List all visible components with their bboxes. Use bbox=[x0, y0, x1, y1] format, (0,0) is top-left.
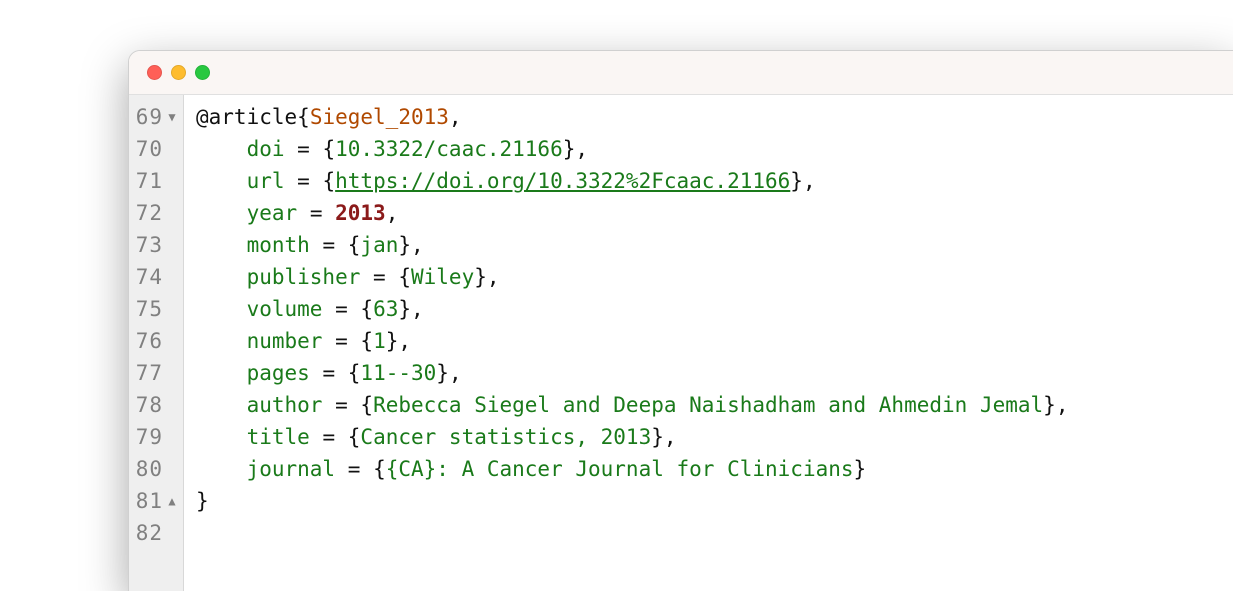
minimize-icon[interactable] bbox=[171, 65, 186, 80]
code-line: } bbox=[196, 485, 1068, 517]
line-number: 76 bbox=[135, 325, 163, 357]
editor-body: 69 ▼ 70 71 72 73 74 bbox=[129, 95, 1233, 591]
gutter-row[interactable]: 79 bbox=[135, 421, 181, 453]
fold-spacer bbox=[165, 389, 179, 421]
line-number: 70 bbox=[135, 133, 163, 165]
line-number: 71 bbox=[135, 165, 163, 197]
line-number-gutter: 69 ▼ 70 71 72 73 74 bbox=[129, 95, 184, 591]
fold-spacer bbox=[165, 165, 179, 197]
line-number: 82 bbox=[135, 517, 163, 549]
code-line: title = {Cancer statistics, 2013}, bbox=[196, 421, 1068, 453]
fold-spacer bbox=[165, 293, 179, 325]
fold-spacer bbox=[165, 325, 179, 357]
gutter-row[interactable]: 75 bbox=[135, 293, 181, 325]
gutter-row[interactable]: 78 bbox=[135, 389, 181, 421]
line-number: 73 bbox=[135, 229, 163, 261]
code-line: month = {jan}, bbox=[196, 229, 1068, 261]
fold-spacer bbox=[165, 517, 179, 549]
title-bar bbox=[129, 51, 1233, 95]
editor-window: 69 ▼ 70 71 72 73 74 bbox=[128, 50, 1233, 591]
gutter-row[interactable]: 74 bbox=[135, 261, 181, 293]
line-number: 74 bbox=[135, 261, 163, 293]
code-line: @article{Siegel_2013, bbox=[196, 101, 1068, 133]
maximize-icon[interactable] bbox=[195, 65, 210, 80]
gutter-row[interactable]: 73 bbox=[135, 229, 181, 261]
gutter-row[interactable]: 82 bbox=[135, 517, 181, 549]
line-number: 80 bbox=[135, 453, 163, 485]
code-line: publisher = {Wiley}, bbox=[196, 261, 1068, 293]
fold-close-icon[interactable]: ▲ bbox=[165, 485, 179, 517]
gutter-row[interactable]: 76 bbox=[135, 325, 181, 357]
close-icon[interactable] bbox=[147, 65, 162, 80]
gutter-row[interactable]: 70 bbox=[135, 133, 181, 165]
code-line: year = 2013, bbox=[196, 197, 1068, 229]
line-number: 69 bbox=[135, 101, 163, 133]
line-number: 77 bbox=[135, 357, 163, 389]
code-line bbox=[196, 517, 1068, 549]
gutter-row[interactable]: 80 bbox=[135, 453, 181, 485]
line-number: 78 bbox=[135, 389, 163, 421]
code-area[interactable]: @article{Siegel_2013, doi = {10.3322/caa… bbox=[184, 95, 1068, 591]
gutter-row[interactable]: 71 bbox=[135, 165, 181, 197]
fold-spacer bbox=[165, 357, 179, 389]
line-number: 81 bbox=[135, 485, 163, 517]
code-line: url = {https://doi.org/10.3322%2Fcaac.21… bbox=[196, 165, 1068, 197]
fold-open-icon[interactable]: ▼ bbox=[165, 101, 179, 133]
fold-spacer bbox=[165, 453, 179, 485]
fold-spacer bbox=[165, 133, 179, 165]
fold-spacer bbox=[165, 421, 179, 453]
line-number: 79 bbox=[135, 421, 163, 453]
line-number: 72 bbox=[135, 197, 163, 229]
gutter-row[interactable]: 72 bbox=[135, 197, 181, 229]
code-line: doi = {10.3322/caac.21166}, bbox=[196, 133, 1068, 165]
gutter-row[interactable]: 81 ▲ bbox=[135, 485, 181, 517]
code-line: author = {Rebecca Siegel and Deepa Naish… bbox=[196, 389, 1068, 421]
gutter-row[interactable]: 69 ▼ bbox=[135, 101, 181, 133]
code-line: volume = {63}, bbox=[196, 293, 1068, 325]
line-number: 75 bbox=[135, 293, 163, 325]
gutter-row[interactable]: 77 bbox=[135, 357, 181, 389]
code-line: number = {1}, bbox=[196, 325, 1068, 357]
fold-spacer bbox=[165, 197, 179, 229]
fold-spacer bbox=[165, 229, 179, 261]
fold-spacer bbox=[165, 261, 179, 293]
code-line: journal = {{CA}: A Cancer Journal for Cl… bbox=[196, 453, 1068, 485]
code-line: pages = {11--30}, bbox=[196, 357, 1068, 389]
